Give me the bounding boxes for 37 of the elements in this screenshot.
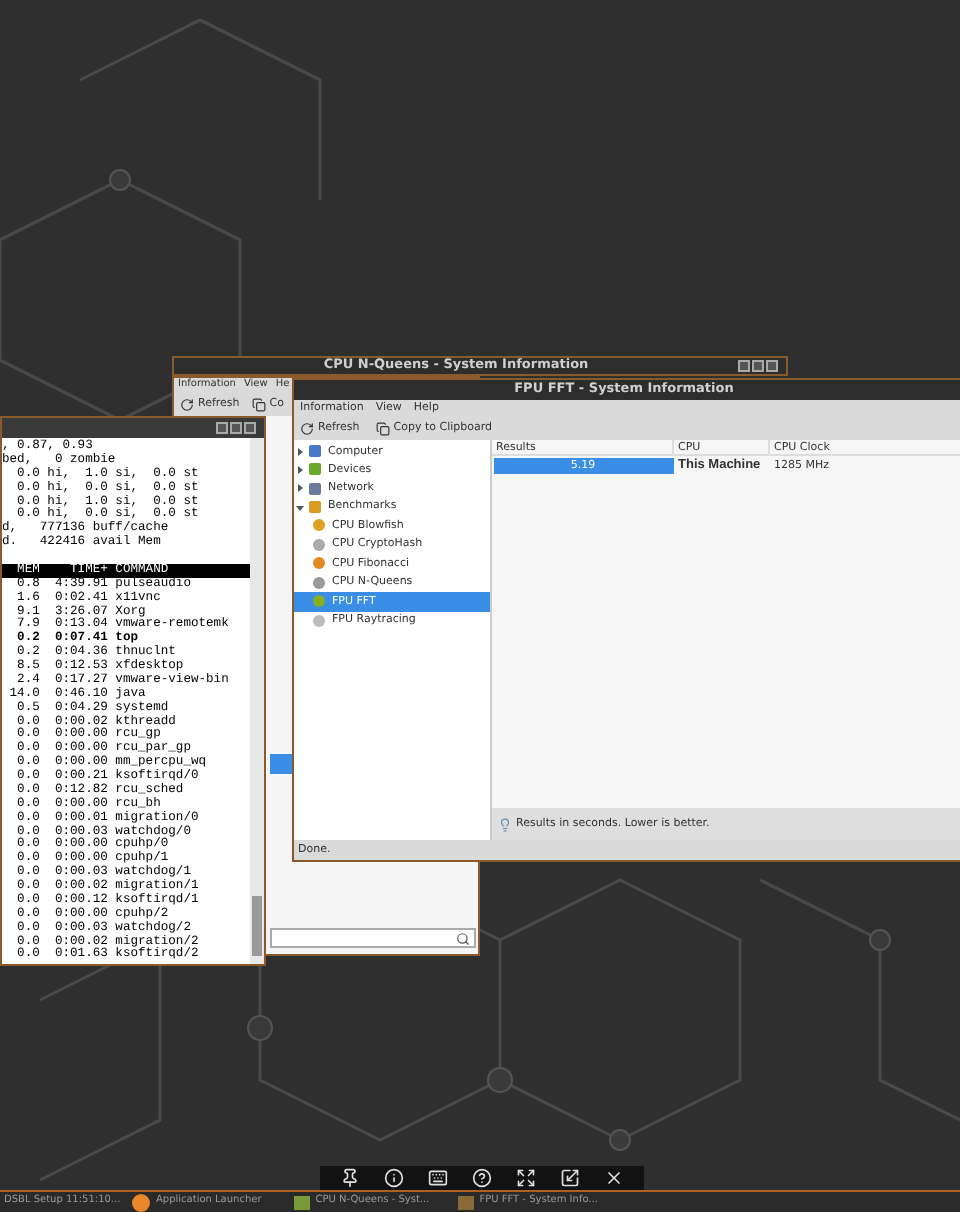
window-icon [293,1195,310,1209]
expand-arrow-icon[interactable] [296,447,304,456]
expand-arrow-icon[interactable] [296,465,304,474]
search-icon [456,931,470,945]
info-icon[interactable] [384,1168,404,1188]
monitor-icon [308,444,322,459]
launcher-icon [132,1193,150,1211]
search-field[interactable] [270,928,476,948]
refresh-icon [180,398,194,412]
gear-icon [308,500,322,515]
network-node [869,929,891,951]
help-icon[interactable] [472,1168,492,1188]
keyboard-icon[interactable] [428,1168,448,1188]
maximize-button[interactable] [752,360,764,372]
network-icon [308,481,322,496]
copy-icon [375,421,390,435]
maximize-button[interactable] [230,422,242,434]
pin-icon[interactable] [340,1168,360,1188]
window-icon [457,1195,474,1209]
minimize-button[interactable] [216,422,228,434]
expand-arrow-icon[interactable] [296,484,304,493]
network-node [609,1129,631,1151]
network-node [247,1015,273,1041]
collapse-arrow-icon[interactable] [296,503,304,512]
scrollbar[interactable] [250,438,264,964]
close-button[interactable] [766,360,778,372]
close-icon[interactable] [604,1168,624,1188]
minimize-button[interactable] [738,360,750,372]
network-node [109,169,131,191]
copy-icon [251,398,266,412]
close-button[interactable] [244,422,256,434]
board-icon [308,462,322,477]
lightbulb-icon [498,817,512,831]
fullscreen-icon[interactable] [516,1168,536,1188]
network-node [487,1067,513,1093]
resize-icon[interactable] [560,1168,580,1188]
refresh-icon [300,421,314,435]
